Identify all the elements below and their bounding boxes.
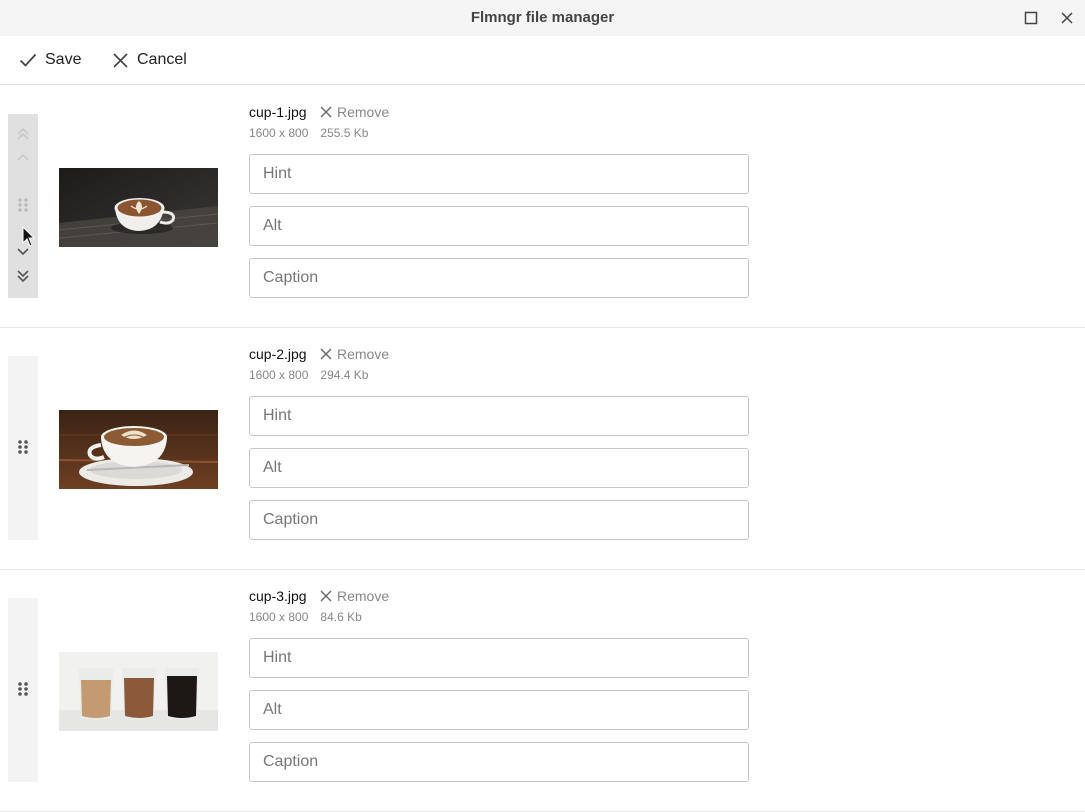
file-meta: 1600 x 800 294.4 Kb <box>249 368 368 382</box>
window-title: Flmngr file manager <box>470 9 615 26</box>
file-size: 255.5 Kb <box>320 126 369 140</box>
image-dimensions: 1600 x 800 <box>249 610 309 624</box>
alt-input[interactable] <box>249 690 749 730</box>
remove-button[interactable]: Remove <box>320 346 389 362</box>
drag-handle[interactable] <box>8 681 38 697</box>
x-icon <box>320 106 332 118</box>
check-icon <box>19 53 37 67</box>
drag-handle[interactable] <box>8 197 38 213</box>
file-item: cup-3.jpg Remove 1600 x 800 84.6 Kb <box>0 569 1085 812</box>
remove-label: Remove <box>337 588 390 604</box>
caption-input[interactable] <box>249 742 749 782</box>
hint-input[interactable] <box>249 638 749 678</box>
move-up-button[interactable] <box>8 152 38 162</box>
file-meta: 1600 x 800 255.5 Kb <box>249 126 368 140</box>
drag-handle-icon <box>18 682 28 696</box>
title-bar: Flmngr file manager <box>0 0 1085 36</box>
cancel-label: Cancel <box>137 51 187 68</box>
file-item: cup-1.jpg Remove 1600 x 800 255.5 Kb <box>0 85 1085 328</box>
save-label: Save <box>45 51 82 68</box>
move-to-top-button[interactable] <box>8 127 38 141</box>
close-icon <box>1061 12 1073 24</box>
remove-label: Remove <box>337 346 390 362</box>
x-icon <box>320 348 332 360</box>
file-name: cup-1.jpg <box>249 104 307 120</box>
caption-input[interactable] <box>249 258 749 298</box>
image-thumbnail <box>59 410 218 489</box>
file-name: cup-3.jpg <box>249 588 307 604</box>
reorder-handle[interactable] <box>8 598 38 782</box>
chevron-down-double-icon <box>17 270 29 283</box>
reorder-handle[interactable] <box>8 114 38 298</box>
chevron-up-double-icon <box>17 127 29 140</box>
remove-label: Remove <box>337 104 390 120</box>
hint-input[interactable] <box>249 396 749 436</box>
remove-button[interactable]: Remove <box>320 104 389 120</box>
move-to-bottom-button[interactable] <box>8 269 38 283</box>
file-item: cup-2.jpg Remove 1600 x 800 294.4 Kb <box>0 327 1085 570</box>
drag-handle-icon <box>18 198 28 212</box>
hint-input[interactable] <box>249 154 749 194</box>
remove-button[interactable]: Remove <box>320 588 389 604</box>
move-down-button[interactable] <box>8 247 38 257</box>
chevron-down-icon <box>17 248 29 256</box>
file-name: cup-2.jpg <box>249 346 307 362</box>
file-size: 84.6 Kb <box>320 610 362 624</box>
file-meta: 1600 x 800 84.6 Kb <box>249 610 362 624</box>
x-icon <box>320 590 332 602</box>
alt-input[interactable] <box>249 448 749 488</box>
x-icon <box>113 52 128 68</box>
image-thumbnail <box>59 652 218 731</box>
file-size: 294.4 Kb <box>320 368 369 382</box>
image-thumbnail <box>59 168 218 247</box>
mouse-cursor-icon <box>22 226 36 247</box>
toolbar: Save Cancel <box>0 36 1085 85</box>
image-dimensions: 1600 x 800 <box>249 368 309 382</box>
maximize-icon <box>1024 11 1038 25</box>
drag-handle-icon <box>18 440 28 454</box>
alt-input[interactable] <box>249 206 749 246</box>
save-button[interactable]: Save <box>19 36 81 84</box>
drag-handle[interactable] <box>8 439 38 455</box>
chevron-up-icon <box>17 153 29 161</box>
cancel-button[interactable]: Cancel <box>112 36 187 84</box>
image-dimensions: 1600 x 800 <box>249 126 309 140</box>
caption-input[interactable] <box>249 500 749 540</box>
reorder-handle[interactable] <box>8 356 38 540</box>
maximize-button[interactable] <box>1022 9 1040 27</box>
close-button[interactable] <box>1058 9 1076 27</box>
